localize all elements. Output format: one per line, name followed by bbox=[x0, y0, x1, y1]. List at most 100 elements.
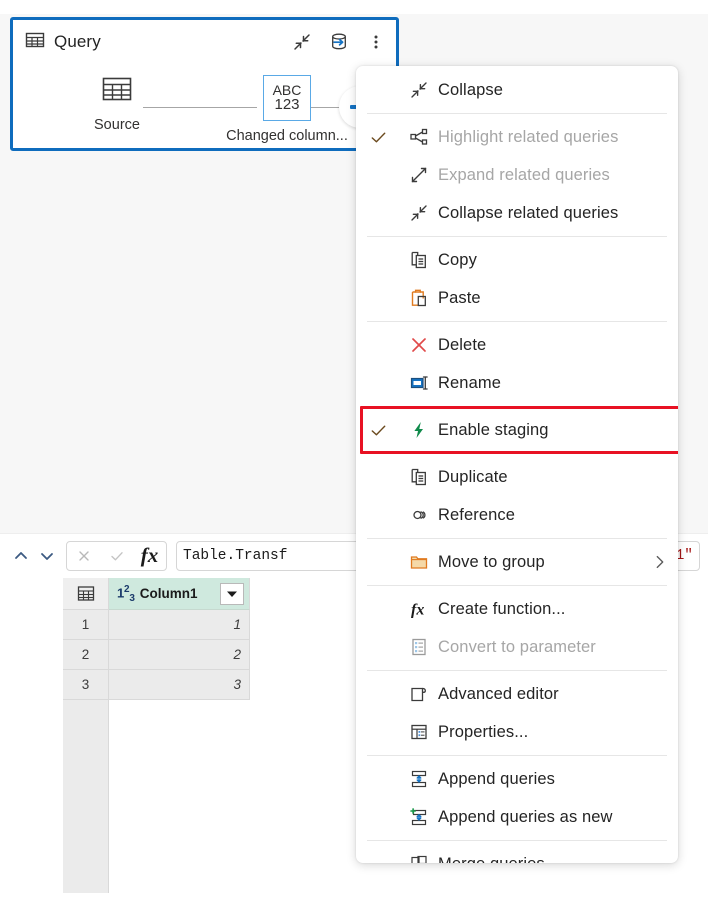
menu-item-label: Enable staging bbox=[438, 420, 549, 439]
step-label: Changed column... bbox=[226, 128, 348, 144]
abc-123-icon: ABC 123 bbox=[263, 75, 311, 121]
chevron-up-icon[interactable] bbox=[8, 541, 34, 571]
filter-dropdown-icon[interactable] bbox=[220, 582, 244, 605]
checkmark-icon bbox=[356, 128, 400, 147]
menu-item-label: Convert to parameter bbox=[438, 637, 596, 656]
step-source[interactable]: Source bbox=[59, 75, 175, 133]
menu-separator bbox=[367, 755, 667, 756]
menu-item-label: Append queries bbox=[438, 769, 555, 788]
formula-actions-group: fx bbox=[66, 540, 167, 571]
menu-item-append-queries-as-new[interactable]: Append queries as new bbox=[356, 798, 678, 836]
canvas-top-strip bbox=[0, 0, 708, 14]
menu-separator bbox=[367, 538, 667, 539]
menu-item-create-function[interactable]: Create function... bbox=[356, 590, 678, 628]
collapse-icon bbox=[400, 203, 438, 223]
chevron-right-icon bbox=[642, 553, 678, 571]
more-options-icon[interactable] bbox=[362, 29, 390, 55]
menu-item-label: Properties... bbox=[438, 722, 529, 741]
menu-item-move-to-group[interactable]: Move to group bbox=[356, 543, 678, 581]
query-diagram-view: Query Source ABC 123 Changed column... f… bbox=[0, 0, 708, 901]
collapse-icon bbox=[400, 80, 438, 100]
menu-item-enable-staging[interactable]: Enable staging bbox=[356, 411, 678, 449]
menu-item-label: Create function... bbox=[438, 599, 566, 618]
lightning-bolt-icon bbox=[400, 420, 438, 440]
abc-badge-line1: ABC bbox=[272, 81, 302, 98]
column-header-label: Column1 bbox=[139, 586, 198, 601]
menu-separator bbox=[367, 670, 667, 671]
menu-separator bbox=[367, 840, 667, 841]
copy-icon bbox=[400, 250, 438, 270]
table-icon bbox=[25, 30, 45, 55]
close-icon[interactable] bbox=[69, 542, 99, 570]
query-steps-row: Source ABC 123 Changed column... bbox=[13, 68, 396, 152]
menu-item-label: Delete bbox=[438, 335, 487, 354]
menu-item-label: Collapse related queries bbox=[438, 203, 619, 222]
query-card-actions bbox=[288, 29, 390, 55]
menu-item-copy[interactable]: Copy bbox=[356, 241, 678, 279]
staging-database-icon[interactable] bbox=[325, 29, 353, 55]
table-cell[interactable]: 2 bbox=[109, 640, 250, 670]
table-icon[interactable] bbox=[63, 578, 109, 610]
checkmark-icon[interactable] bbox=[102, 542, 132, 570]
menu-separator bbox=[367, 406, 667, 407]
menu-item-merge-queries[interactable]: Merge queries bbox=[356, 845, 678, 863]
menu-item-label: Copy bbox=[438, 250, 477, 269]
menu-item-properties[interactable]: Properties... bbox=[356, 713, 678, 751]
menu-item-collapse-related-queries[interactable]: Collapse related queries bbox=[356, 194, 678, 232]
advanced-editor-icon bbox=[400, 684, 438, 704]
menu-separator bbox=[367, 321, 667, 322]
menu-item-label: Rename bbox=[438, 373, 501, 392]
delete-x-icon bbox=[400, 335, 438, 355]
table-cell[interactable]: 3 bbox=[109, 670, 250, 700]
row-number: 2 bbox=[63, 640, 109, 670]
menu-item-advanced-editor[interactable]: Advanced editor bbox=[356, 675, 678, 713]
column-header-column1[interactable]: 123 Column1 bbox=[109, 578, 250, 610]
column-type-badge: 123 bbox=[117, 583, 135, 604]
step-label: Source bbox=[94, 117, 140, 133]
menu-item-label: Paste bbox=[438, 288, 481, 307]
query-title: Query bbox=[54, 32, 101, 51]
merge-queries-icon bbox=[400, 854, 438, 863]
menu-item-append-queries[interactable]: Append queries bbox=[356, 760, 678, 798]
formula-text-start: Table.Transf bbox=[183, 547, 288, 564]
menu-item-label: Merge queries bbox=[438, 855, 642, 864]
menu-item-label: Expand related queries bbox=[438, 165, 610, 184]
menu-item-label: Append queries as new bbox=[438, 807, 613, 826]
expand-icon bbox=[400, 165, 438, 185]
row-gutter bbox=[63, 700, 109, 893]
abc-badge-line2: 123 bbox=[274, 96, 300, 114]
folder-icon bbox=[400, 552, 438, 572]
fx-icon[interactable]: fx bbox=[135, 542, 165, 570]
menu-item-paste[interactable]: Paste bbox=[356, 279, 678, 317]
reference-link-icon bbox=[400, 505, 438, 525]
parameter-icon bbox=[400, 637, 438, 657]
paste-icon bbox=[400, 288, 438, 308]
menu-separator bbox=[367, 453, 667, 454]
share-nodes-icon bbox=[400, 127, 438, 147]
fx-glyph: fx bbox=[140, 543, 159, 567]
table-icon bbox=[100, 77, 134, 109]
collapse-icon[interactable] bbox=[288, 29, 316, 55]
menu-item-label: Highlight related queries bbox=[438, 127, 619, 146]
query-card[interactable]: Query Source ABC 123 Changed column... bbox=[10, 17, 399, 151]
menu-separator bbox=[367, 585, 667, 586]
menu-item-label: Move to group bbox=[438, 552, 545, 571]
query-context-menu[interactable]: Collapse Highlight related queries Expand … bbox=[356, 66, 678, 863]
menu-item-expand-related-queries: Expand related queries bbox=[356, 156, 678, 194]
menu-item-label: Duplicate bbox=[438, 467, 508, 486]
menu-separator bbox=[367, 236, 667, 237]
menu-separator bbox=[367, 113, 667, 114]
menu-item-label: Collapse bbox=[438, 80, 504, 99]
fx-icon bbox=[400, 599, 438, 619]
menu-item-label: Reference bbox=[438, 505, 516, 524]
append-queries-icon bbox=[400, 769, 438, 789]
menu-item-rename[interactable]: Rename bbox=[356, 364, 678, 402]
menu-item-convert-to-parameter: Convert to parameter bbox=[356, 628, 678, 666]
menu-item-delete[interactable]: Delete bbox=[356, 326, 678, 364]
table-cell[interactable]: 1 bbox=[109, 610, 250, 640]
duplicate-icon bbox=[400, 467, 438, 487]
menu-item-duplicate[interactable]: Duplicate bbox=[356, 458, 678, 496]
menu-item-reference[interactable]: Reference bbox=[356, 496, 678, 534]
menu-item-collapse[interactable]: Collapse bbox=[356, 71, 678, 109]
chevron-down-icon[interactable] bbox=[34, 541, 60, 571]
